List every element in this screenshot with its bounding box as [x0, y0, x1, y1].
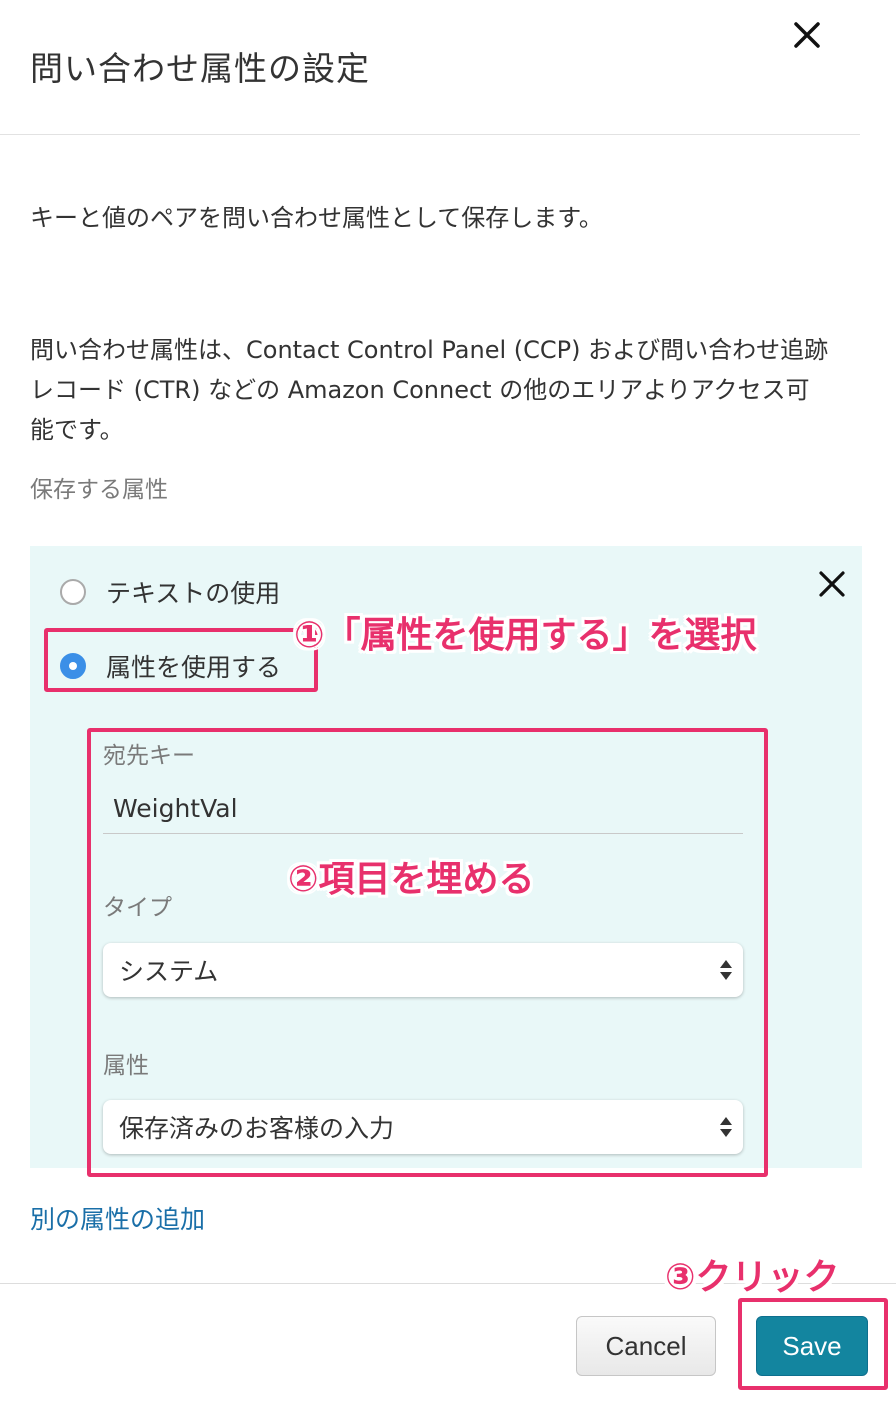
radio-label: テキストの使用	[106, 579, 281, 608]
highlight-box-step1	[44, 628, 318, 692]
annotation-step1: ①「属性を使用する」を選択	[294, 615, 757, 656]
section-label: 保存する属性	[30, 477, 168, 503]
dialog-title: 問い合わせ属性の設定	[30, 49, 370, 88]
radio-button[interactable]	[60, 579, 86, 605]
description-detail-text: 問い合わせ属性は、Contact Control Panel (CCP) および…	[30, 336, 829, 444]
highlight-box-step2	[87, 728, 768, 1177]
close-icon[interactable]	[790, 18, 824, 52]
description-text: キーと値のペアを問い合わせ属性として保存します。	[30, 204, 603, 232]
add-attribute-link[interactable]: 別の属性の追加	[30, 1200, 205, 1236]
radio-use-text[interactable]: テキストの使用	[60, 574, 280, 610]
highlight-box-step3	[738, 1298, 888, 1390]
annotation-step3: ③クリック	[665, 1257, 840, 1298]
header-divider	[0, 134, 860, 135]
annotation-step2: ②項目を埋める	[288, 859, 535, 900]
cancel-button[interactable]: Cancel	[576, 1316, 716, 1376]
close-icon[interactable]	[816, 568, 848, 600]
